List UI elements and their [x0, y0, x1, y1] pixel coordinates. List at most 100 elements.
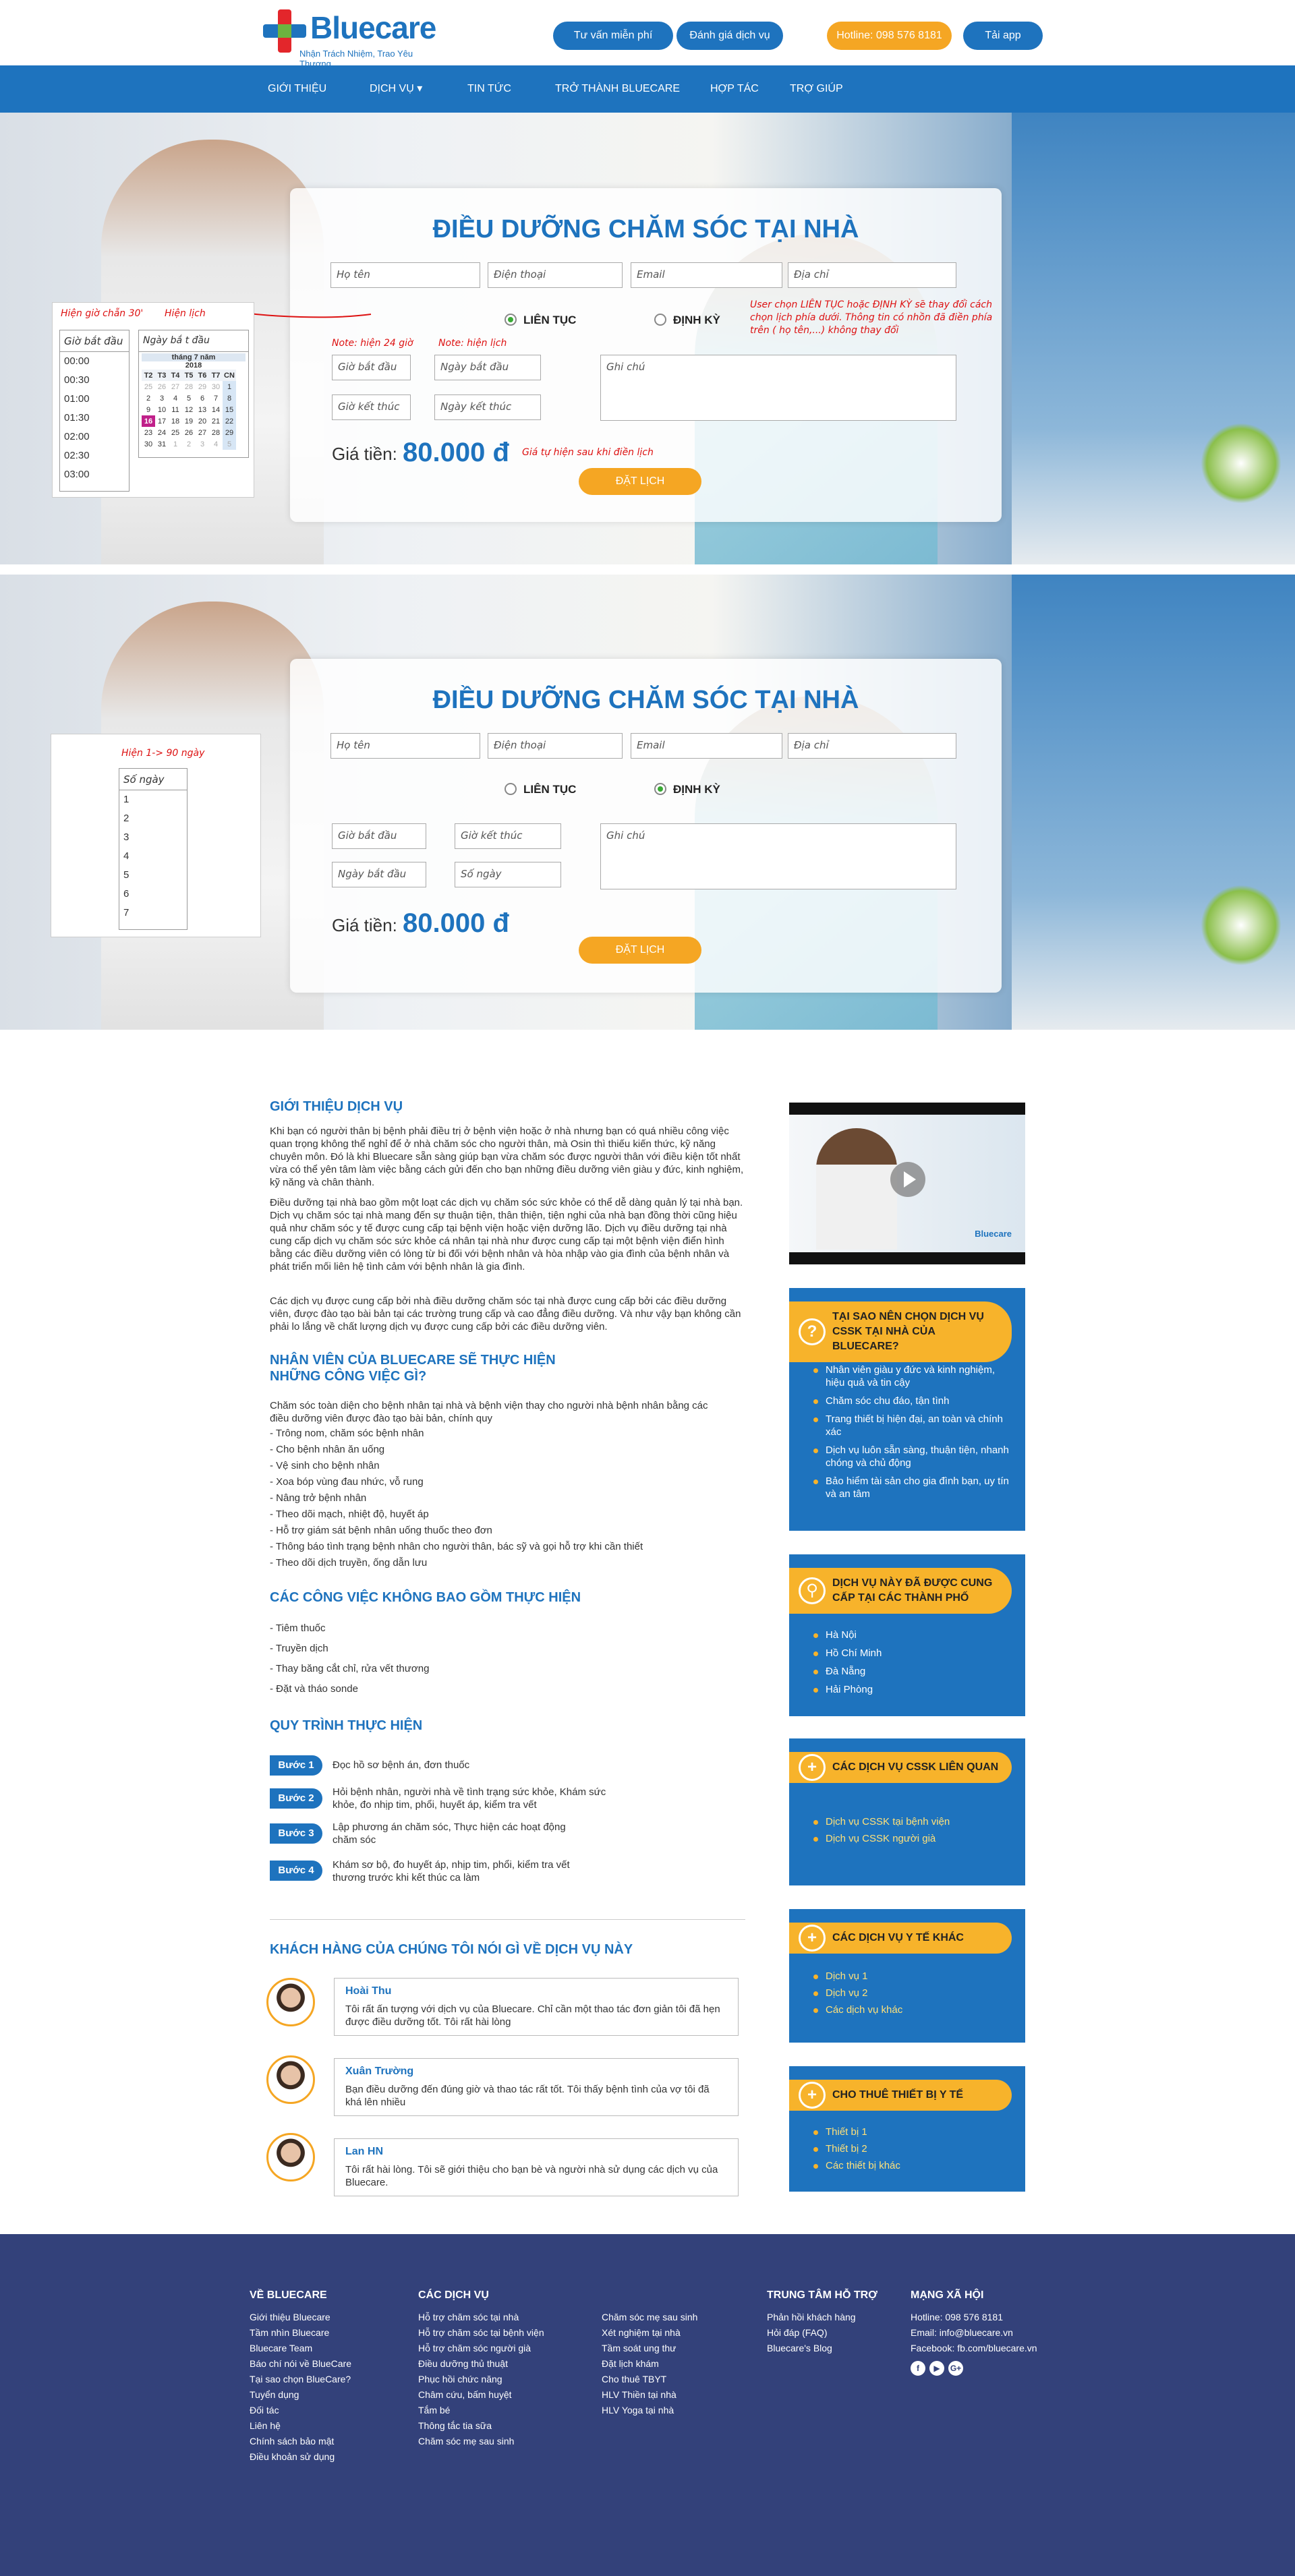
- time-list[interactable]: Giờ bắt đầu 00:00 00:30 01:00 01:30 02:0…: [59, 330, 130, 492]
- footer-link[interactable]: Liên hệ: [250, 2418, 351, 2434]
- day[interactable]: 23: [142, 427, 155, 438]
- time-option[interactable]: 02:30: [60, 446, 129, 465]
- day[interactable]: 3: [155, 392, 169, 404]
- day[interactable]: 21: [209, 415, 223, 427]
- related-link[interactable]: Dịch vụ CSSK tại bệnh viện: [813, 1815, 1016, 1828]
- nav-become-bluecare[interactable]: TRỞ THÀNH BLUECARE: [555, 65, 680, 113]
- medical-link[interactable]: Dịch vụ 2: [813, 1987, 1016, 1999]
- day[interactable]: 2: [182, 438, 196, 450]
- review-service-button[interactable]: Đánh giá dịch vụ: [677, 22, 783, 50]
- time-option[interactable]: 00:30: [60, 371, 129, 390]
- rent-link[interactable]: Thiết bị 1: [813, 2126, 1016, 2138]
- bluecare-logo[interactable]: Bluecare Nhận Trách Nhiệm, Trao Yêu Thươ…: [263, 7, 438, 69]
- footer-link[interactable]: HLV Thiền tại nhà: [602, 2387, 697, 2403]
- address-input[interactable]: Địa chỉ: [788, 733, 956, 759]
- book-button[interactable]: ĐẶT LỊCH: [579, 937, 701, 964]
- days-list[interactable]: Số ngày 1 2 3 4 5 6 7: [119, 768, 188, 930]
- footer-link[interactable]: Tắm bé: [418, 2403, 544, 2418]
- rent-link[interactable]: Thiết bị 2: [813, 2142, 1016, 2155]
- day[interactable]: 30: [142, 438, 155, 450]
- footer-link[interactable]: Hỗ trợ chăm sóc tại bệnh viện: [418, 2325, 544, 2341]
- day[interactable]: 29: [223, 427, 236, 438]
- day[interactable]: 25: [142, 381, 155, 392]
- name-input[interactable]: Họ tên: [330, 733, 480, 759]
- medical-link[interactable]: Các dịch vụ khác: [813, 2003, 1016, 2016]
- nav-help[interactable]: TRỢ GIÚP: [790, 65, 843, 113]
- radio-periodic[interactable]: ĐỊNH KỲ: [654, 314, 720, 327]
- footer-link[interactable]: Đặt lịch khám: [602, 2356, 697, 2372]
- footer-link[interactable]: Chăm sóc mẹ sau sinh: [418, 2434, 544, 2449]
- footer-link[interactable]: Phục hồi chức năng: [418, 2372, 544, 2387]
- medical-link[interactable]: Dịch vụ 1: [813, 1970, 1016, 1983]
- facebook-icon[interactable]: f: [911, 2361, 925, 2376]
- nav-news[interactable]: TIN TỨC: [467, 65, 511, 113]
- footer-link[interactable]: Tại sao chọn BlueCare?: [250, 2372, 351, 2387]
- day[interactable]: 3: [196, 438, 209, 450]
- calendar-month[interactable]: tháng 7 năm: [142, 353, 246, 361]
- day[interactable]: 5: [223, 438, 236, 450]
- days-option[interactable]: 1: [119, 790, 187, 809]
- day[interactable]: 27: [169, 381, 182, 392]
- address-input[interactable]: Địa chỉ: [788, 262, 956, 288]
- day[interactable]: 5: [182, 392, 196, 404]
- time-option[interactable]: 01:30: [60, 409, 129, 428]
- day[interactable]: 26: [155, 381, 169, 392]
- start-date-input[interactable]: Ngày bắt đầu: [332, 862, 426, 887]
- footer-link[interactable]: Hỗ trợ chăm sóc người già: [418, 2341, 544, 2356]
- rent-link[interactable]: Các thiết bị khác: [813, 2159, 1016, 2172]
- end-date-input[interactable]: Ngày kết thúc: [434, 394, 541, 420]
- day[interactable]: 10: [155, 404, 169, 415]
- day[interactable]: 8: [223, 392, 236, 404]
- footer-email[interactable]: Email: info@bluecare.vn: [911, 2325, 1037, 2341]
- footer-link[interactable]: Chính sách bảo mật: [250, 2434, 351, 2449]
- start-time-input[interactable]: Giờ bắt đầu: [332, 823, 426, 849]
- day[interactable]: 20: [196, 415, 209, 427]
- footer-link[interactable]: Cho thuê TBYT: [602, 2372, 697, 2387]
- footer-link[interactable]: Chăm sóc mẹ sau sinh: [602, 2310, 697, 2325]
- footer-link[interactable]: Phản hồi khách hàng: [767, 2310, 856, 2325]
- footer-link[interactable]: Giới thiệu Bluecare: [250, 2310, 351, 2325]
- time-option[interactable]: 03:00: [60, 465, 129, 484]
- days-option[interactable]: 3: [119, 828, 187, 847]
- start-time-input[interactable]: Giờ bắt đầu: [332, 355, 411, 380]
- end-time-input[interactable]: Giờ kết thúc: [332, 394, 411, 420]
- time-option[interactable]: 01:00: [60, 390, 129, 409]
- day[interactable]: 9: [142, 404, 155, 415]
- day[interactable]: 25: [169, 427, 182, 438]
- time-option[interactable]: 00:00: [60, 352, 129, 371]
- num-days-input[interactable]: Số ngày: [455, 862, 561, 887]
- nav-services[interactable]: DỊCH VỤ ▾: [370, 65, 422, 113]
- day[interactable]: 17: [155, 415, 169, 427]
- related-link[interactable]: Dịch vụ CSSK người già: [813, 1832, 1016, 1845]
- free-consult-button[interactable]: Tư vấn miễn phí: [553, 22, 673, 50]
- radio-periodic[interactable]: ĐỊNH KỲ: [654, 783, 720, 796]
- days-option[interactable]: 5: [119, 866, 187, 885]
- footer-link[interactable]: Hỗ trợ chăm sóc tại nhà: [418, 2310, 544, 2325]
- footer-link[interactable]: Tuyển dụng: [250, 2387, 351, 2403]
- start-date-input[interactable]: Ngày bắt đầu: [434, 355, 541, 380]
- footer-link[interactable]: Xét nghiệm tại nhà: [602, 2325, 697, 2341]
- day[interactable]: 11: [169, 404, 182, 415]
- day[interactable]: 27: [196, 427, 209, 438]
- footer-link[interactable]: Thông tắc tia sữa: [418, 2418, 544, 2434]
- phone-input[interactable]: Điện thoại: [488, 733, 623, 759]
- radio-continuous[interactable]: LIÊN TỤC: [505, 783, 576, 796]
- name-input[interactable]: Họ tên: [330, 262, 480, 288]
- calendar-year[interactable]: 2018: [139, 361, 248, 370]
- days-option[interactable]: 2: [119, 809, 187, 828]
- day[interactable]: 22: [223, 415, 236, 427]
- day[interactable]: 1: [223, 381, 236, 392]
- footer-link[interactable]: HLV Yoga tại nhà: [602, 2403, 697, 2418]
- footer-link[interactable]: Châm cứu, bấm huyệt: [418, 2387, 544, 2403]
- email-input[interactable]: Email: [631, 733, 782, 759]
- book-button[interactable]: ĐẶT LỊCH: [579, 468, 701, 495]
- day[interactable]: 30: [209, 381, 223, 392]
- nav-partner[interactable]: HỢP TÁC: [710, 65, 759, 113]
- play-icon[interactable]: [890, 1162, 925, 1197]
- day[interactable]: 4: [209, 438, 223, 450]
- nav-intro[interactable]: GIỚI THIỆU: [268, 65, 326, 113]
- day[interactable]: 19: [182, 415, 196, 427]
- day[interactable]: 24: [155, 427, 169, 438]
- hotline-button[interactable]: Hotline: 098 576 8181: [827, 22, 952, 50]
- footer-link[interactable]: Tầm nhìn Bluecare: [250, 2325, 351, 2341]
